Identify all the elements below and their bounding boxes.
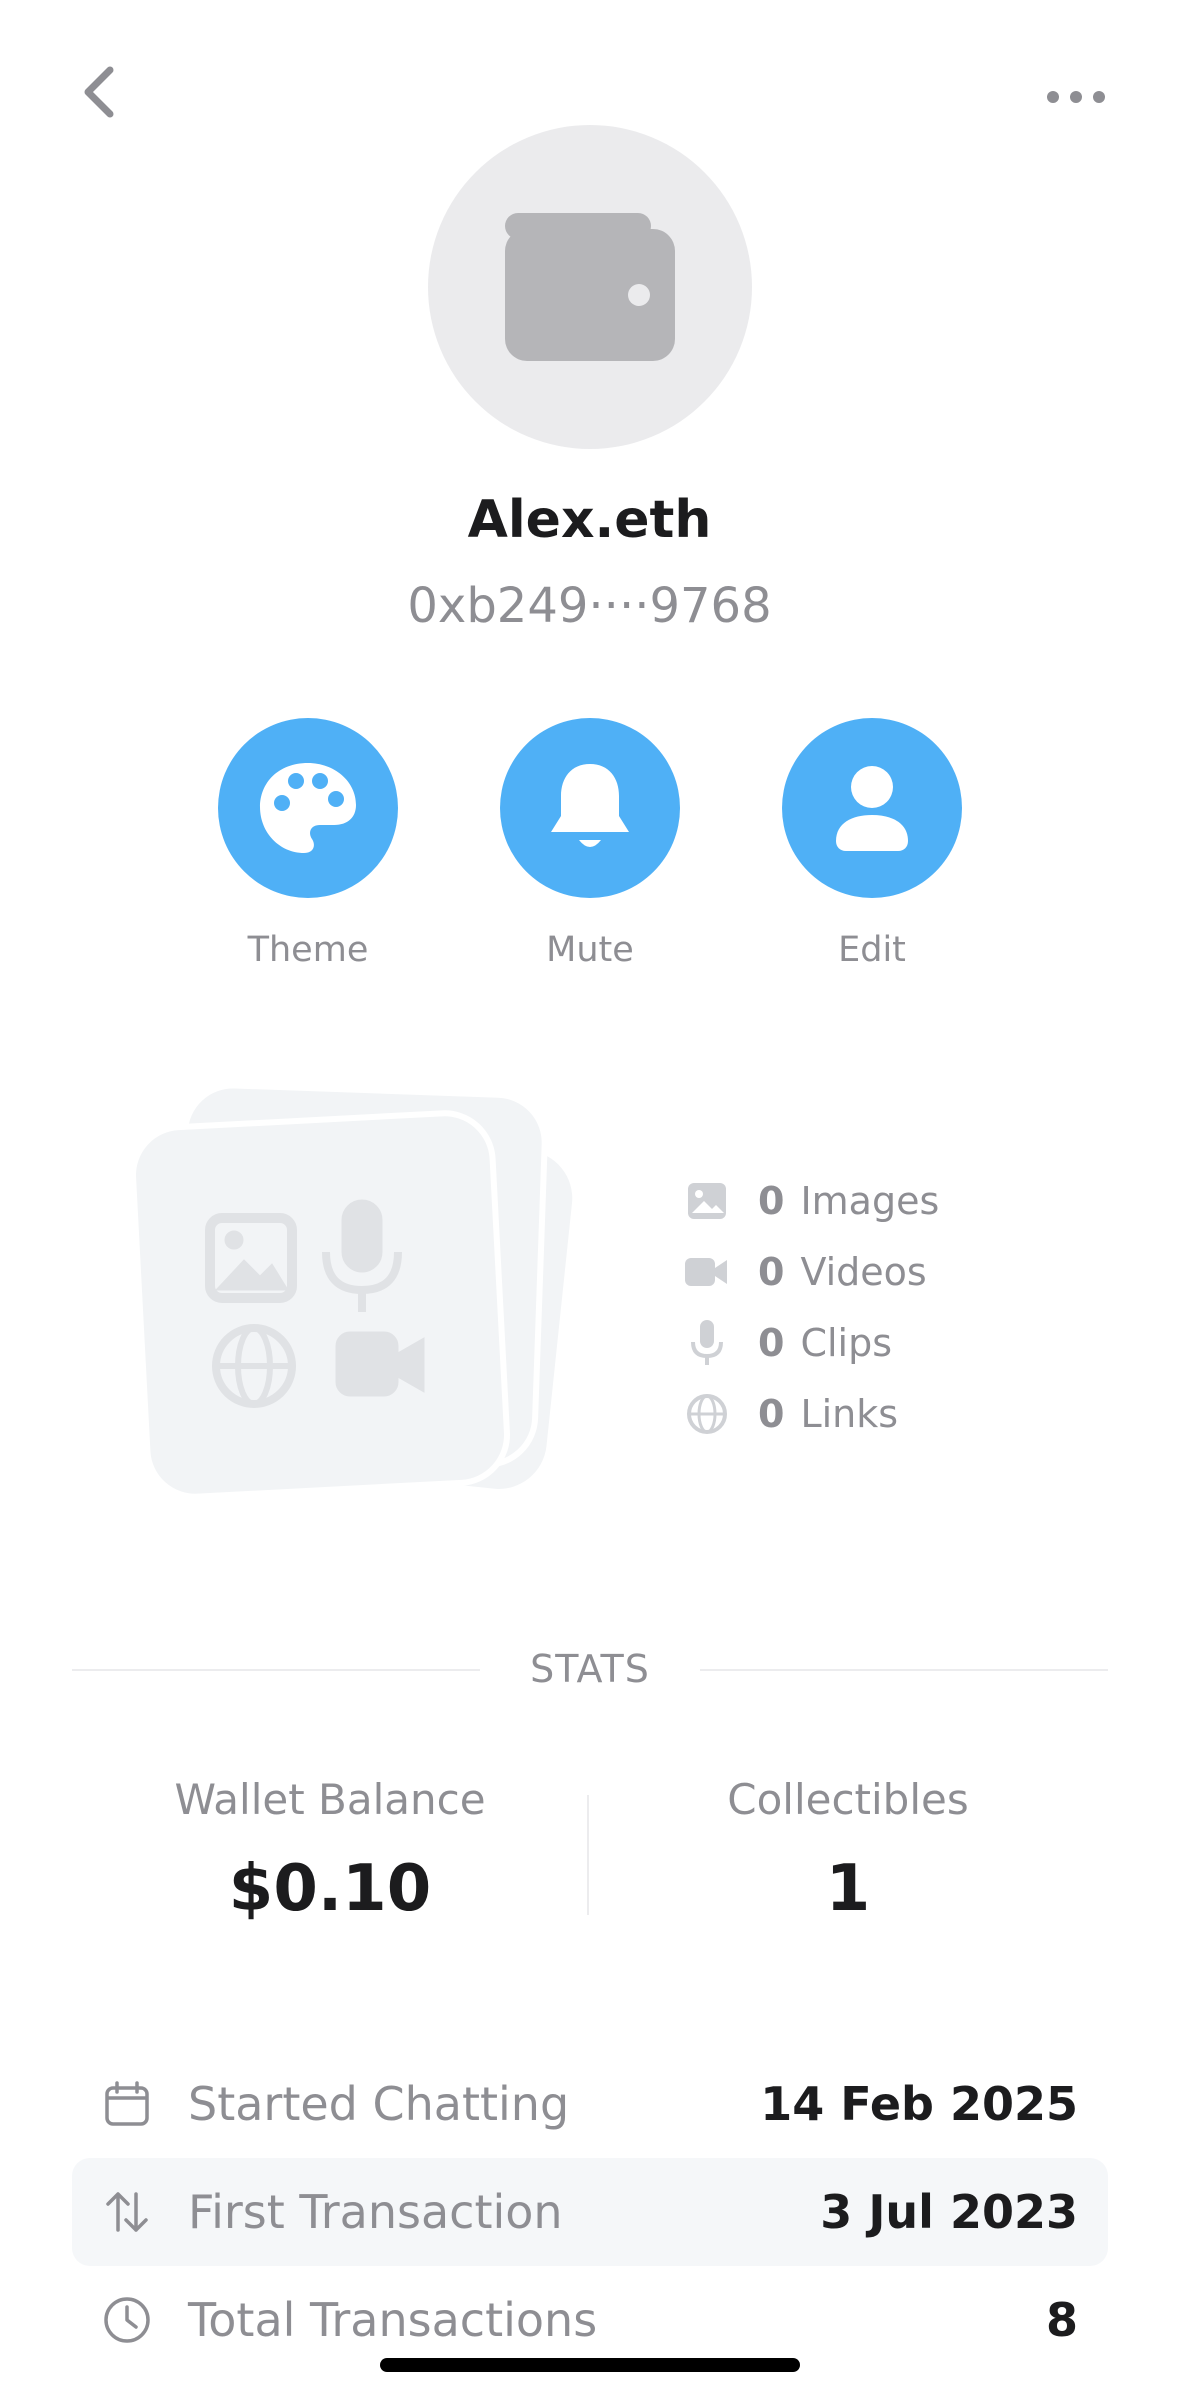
edit-button[interactable]: Edit xyxy=(782,718,962,970)
info-row-first-transaction[interactable]: First Transaction 3 Jul 2023 xyxy=(72,2158,1108,2266)
info-row-started-chatting: Started Chatting 14 Feb 2025 xyxy=(72,2050,1108,2158)
clips-count: 0 xyxy=(758,1320,785,1365)
theme-button[interactable]: Theme xyxy=(218,718,398,970)
home-indicator[interactable] xyxy=(380,2358,800,2372)
first-transaction-label: First Transaction xyxy=(188,2185,563,2239)
back-button[interactable] xyxy=(70,62,130,122)
clips-label: Clips xyxy=(800,1320,893,1365)
media-counts: 0 Images 0 Videos 0 Clips 0 Links xyxy=(684,1165,939,1449)
video-icon xyxy=(684,1249,730,1295)
videos-label: Videos xyxy=(800,1249,927,1294)
avatar xyxy=(428,125,752,449)
media-row-videos[interactable]: 0 Videos xyxy=(684,1236,939,1307)
profile-name: Alex.eth xyxy=(467,490,712,550)
wallet-balance-stat: Wallet Balance $0.10 xyxy=(120,1775,540,1926)
bell-icon xyxy=(551,764,629,847)
total-transactions-value: 8 xyxy=(1045,2293,1078,2347)
first-transaction-value: 3 Jul 2023 xyxy=(820,2185,1078,2239)
wallet-balance-label: Wallet Balance xyxy=(174,1775,486,1824)
palette-icon xyxy=(260,763,356,853)
total-transactions-label: Total Transactions xyxy=(188,2293,598,2347)
globe-icon xyxy=(684,1391,730,1437)
stats-divider-left xyxy=(72,1669,480,1671)
image-icon xyxy=(684,1178,730,1224)
theme-label: Theme xyxy=(247,930,369,970)
calendar-icon xyxy=(102,2079,152,2129)
started-chatting-value: 14 Feb 2025 xyxy=(760,2077,1078,2131)
mic-icon xyxy=(684,1319,730,1366)
wallet-address[interactable]: 0xb249····9768 xyxy=(0,578,1179,634)
arrows-updown-icon xyxy=(102,2187,152,2237)
stats-title: STATS xyxy=(530,1647,650,1691)
edit-label: Edit xyxy=(838,930,906,970)
collectibles-value: 1 xyxy=(825,1852,871,1926)
more-options-button[interactable] xyxy=(1036,72,1116,122)
collectibles-stat[interactable]: Collectibles 1 xyxy=(638,1775,1058,1926)
mute-button[interactable]: Mute xyxy=(500,718,680,970)
media-placeholder-illustration xyxy=(130,1082,573,1500)
person-icon xyxy=(836,766,908,851)
stats-separator xyxy=(587,1795,589,1915)
media-row-images[interactable]: 0 Images xyxy=(684,1165,939,1236)
started-chatting-label: Started Chatting xyxy=(188,2077,570,2131)
media-row-links[interactable]: 0 Links xyxy=(684,1378,939,1449)
wallet-icon xyxy=(505,213,675,361)
media-row-clips[interactable]: 0 Clips xyxy=(684,1307,939,1378)
clock-icon xyxy=(102,2295,152,2345)
wallet-balance-value: $0.10 xyxy=(228,1852,432,1926)
videos-count: 0 xyxy=(758,1249,785,1294)
images-label: Images xyxy=(800,1178,940,1223)
chevron-left-icon xyxy=(84,66,114,118)
collectibles-label: Collectibles xyxy=(727,1775,969,1824)
links-label: Links xyxy=(800,1391,899,1436)
stats-divider-right xyxy=(700,1669,1108,1671)
ellipsis-icon xyxy=(1047,91,1105,103)
mute-label: Mute xyxy=(546,930,634,970)
links-count: 0 xyxy=(758,1391,785,1436)
images-count: 0 xyxy=(758,1178,785,1223)
